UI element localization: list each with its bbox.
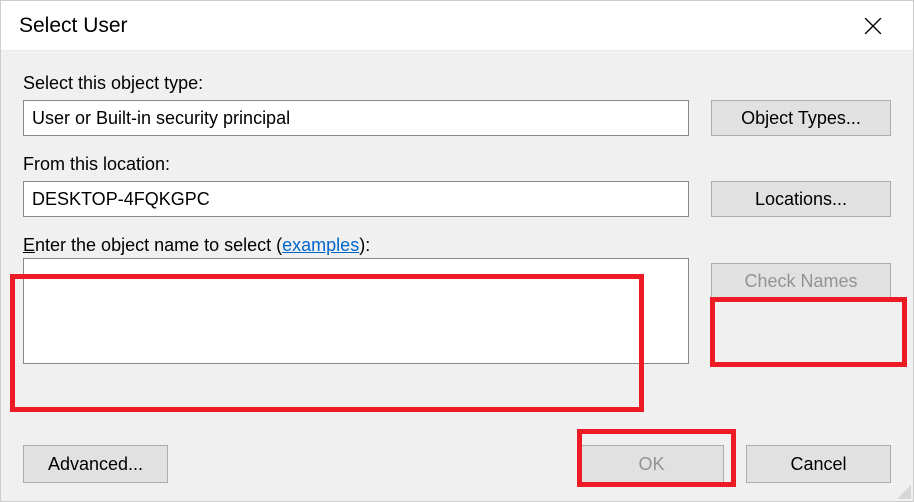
object-type-value: User or Built-in security principal [23,100,689,136]
cancel-button[interactable]: Cancel [746,445,891,483]
location-row: From this location: DESKTOP-4FQKGPC Loca… [23,154,891,217]
examples-link[interactable]: examples [282,235,359,255]
advanced-button[interactable]: Advanced... [23,445,168,483]
enter-suffix: ): [359,235,370,255]
object-name-row: Enter the object name to select (example… [23,235,891,364]
locations-button[interactable]: Locations... [711,181,891,217]
object-types-button[interactable]: Object Types... [711,100,891,136]
check-names-button[interactable]: Check Names [711,263,891,299]
enter-prefix: nter the object name to select ( [35,235,282,255]
dialog-content: Select this object type: User or Built-i… [1,51,913,501]
check-names-wrap: Check Names [711,235,891,299]
close-button[interactable] [851,4,895,48]
dialog-title: Select User [19,14,128,38]
location-value: DESKTOP-4FQKGPC [23,181,689,217]
object-type-label: Select this object type: [23,73,689,94]
object-name-input[interactable] [23,258,689,364]
object-name-label: Enter the object name to select (example… [23,235,689,256]
resize-grip-icon[interactable] [895,483,911,499]
ok-button[interactable]: OK [579,445,724,483]
object-name-group: Enter the object name to select (example… [23,235,689,364]
footer-right: OK Cancel [579,445,891,483]
location-group: From this location: DESKTOP-4FQKGPC [23,154,689,217]
object-type-group: Select this object type: User or Built-i… [23,73,689,136]
footer: Advanced... OK Cancel [23,445,891,483]
location-label: From this location: [23,154,689,175]
close-icon [864,17,882,35]
titlebar: Select User [1,1,913,51]
object-type-row: Select this object type: User or Built-i… [23,73,891,136]
